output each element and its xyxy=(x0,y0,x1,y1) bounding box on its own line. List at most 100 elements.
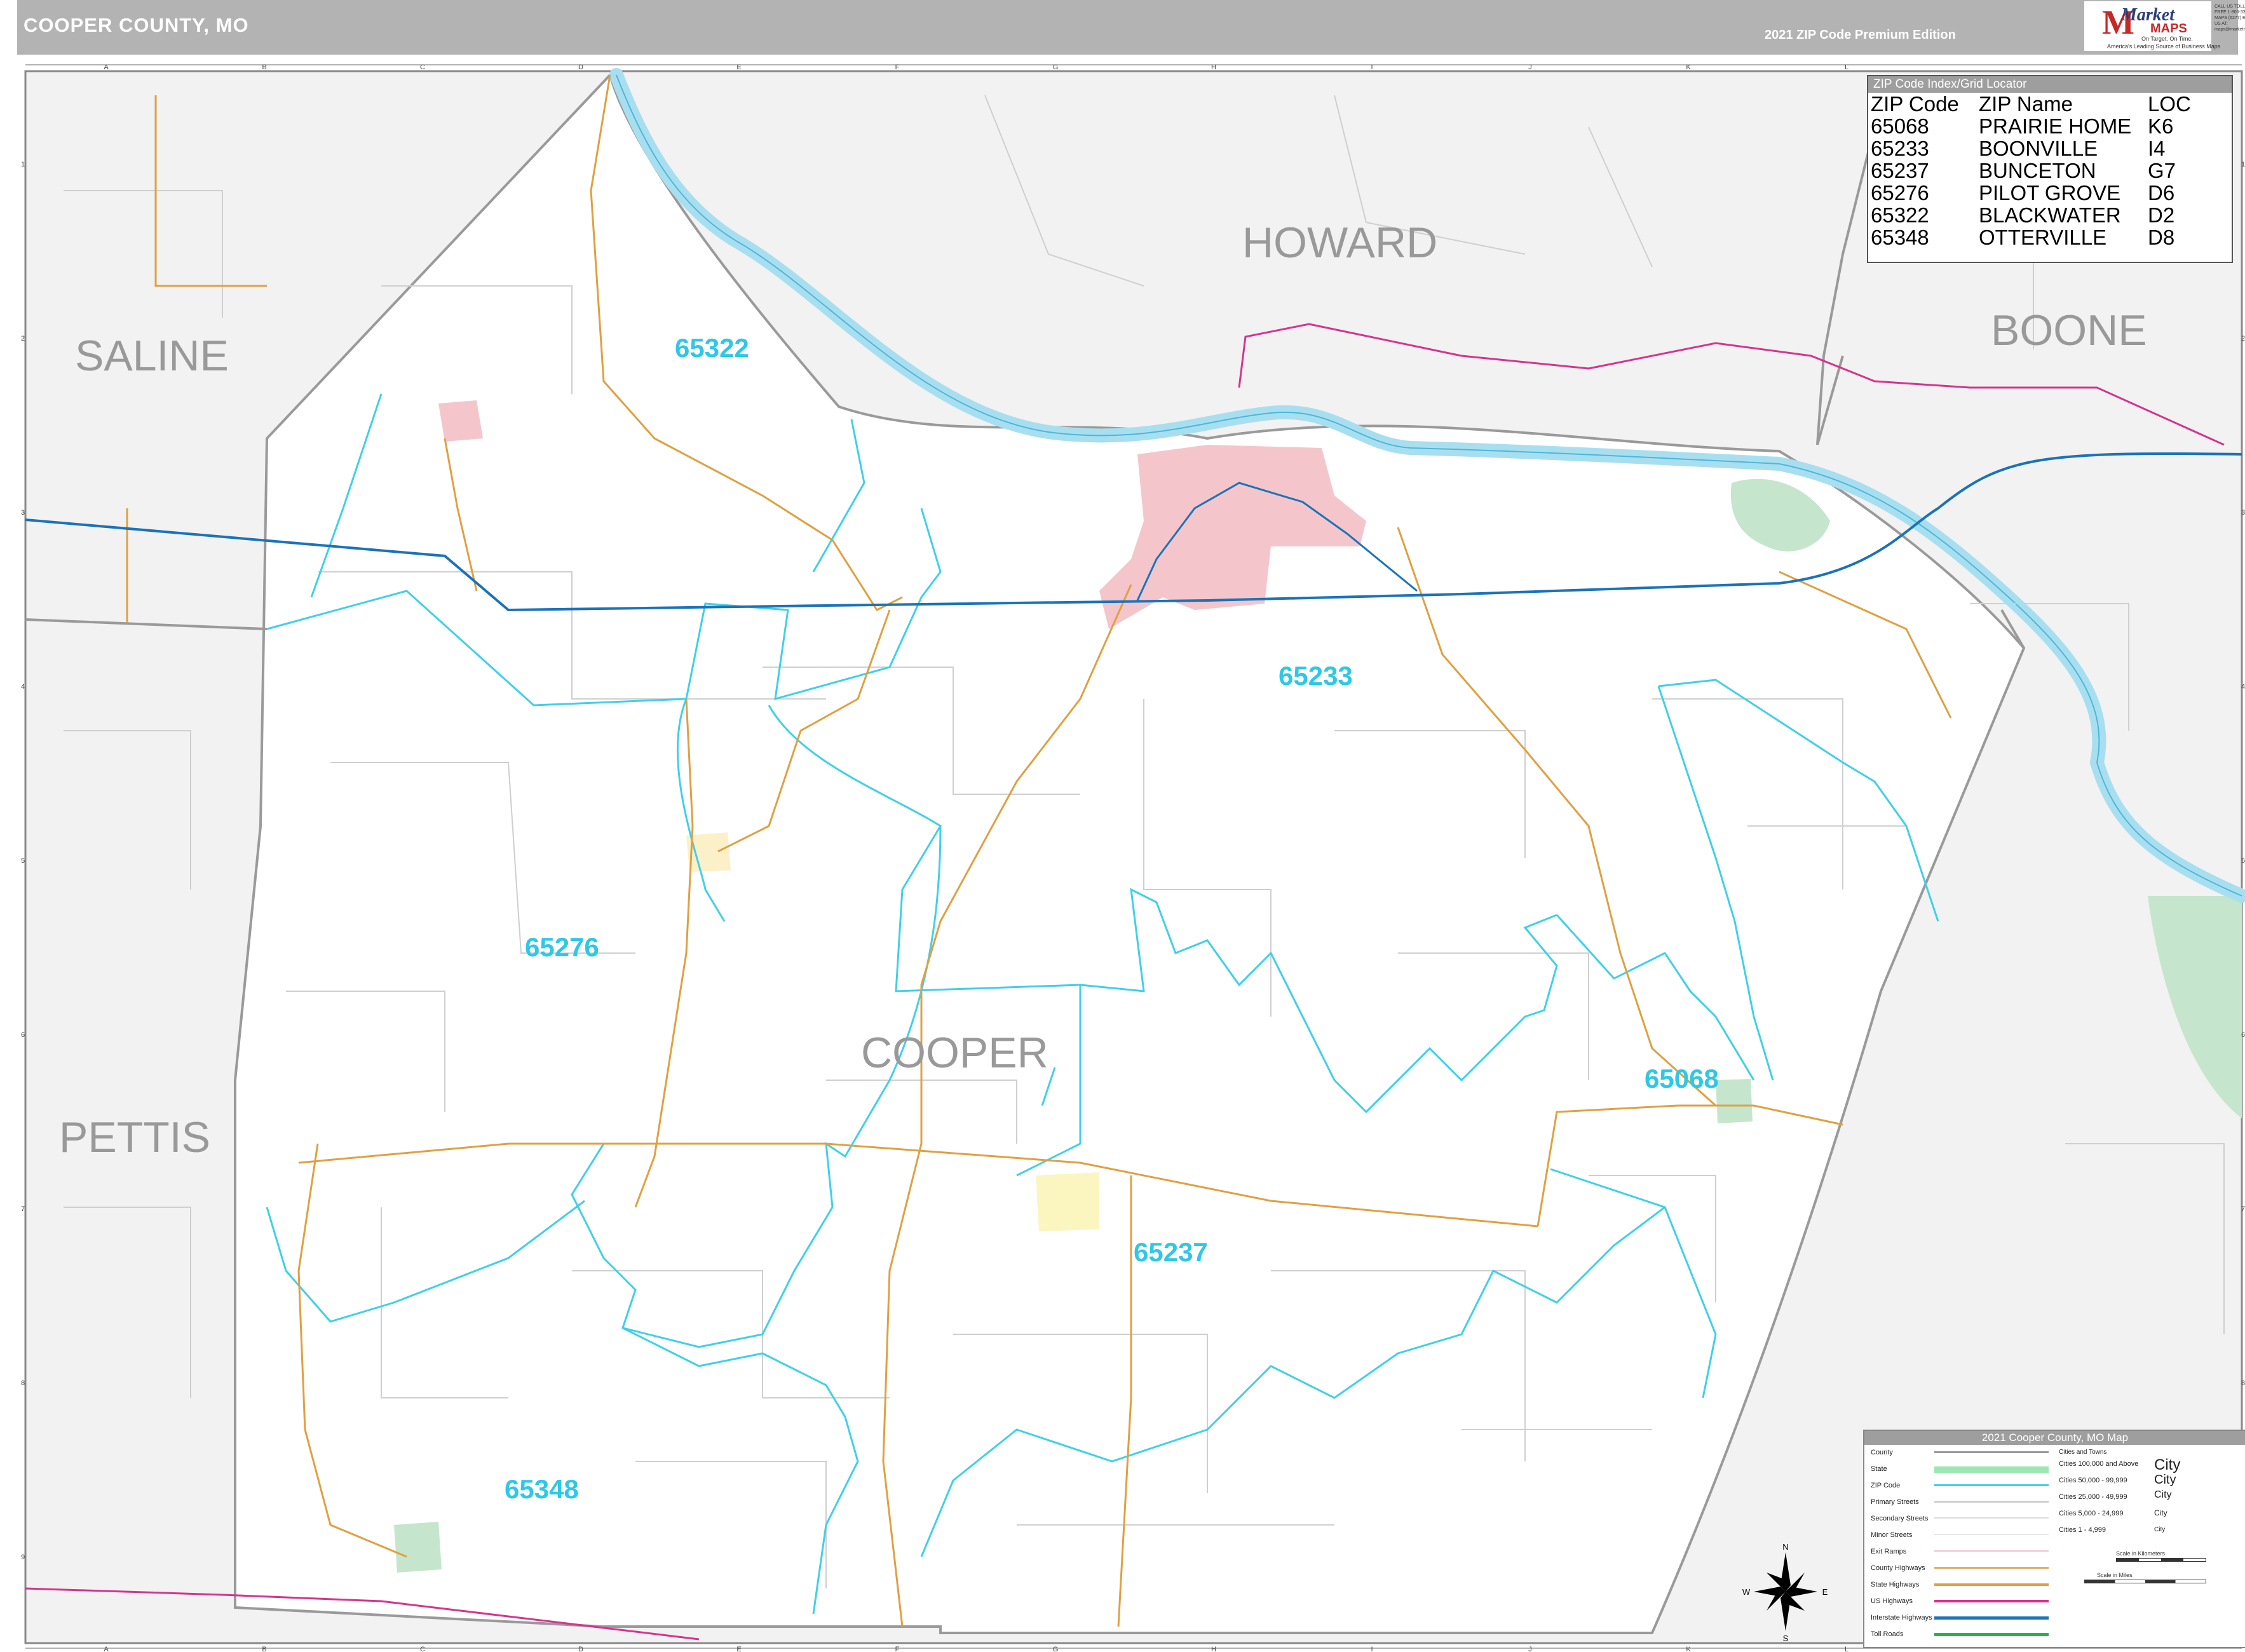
svg-text:F: F xyxy=(895,64,900,71)
legend-city-5k: Cities 5,000 - 24,999 City xyxy=(2059,1508,2167,1517)
legend-city-25k: Cities 25,000 - 49,999 City xyxy=(2059,1489,2172,1501)
zip-code-cell: 65068 xyxy=(1871,114,1929,138)
prairie-home-town-area xyxy=(1716,1079,1753,1123)
zip-label-65068: 65068 xyxy=(1645,1064,1719,1093)
zip-code-cell: 65233 xyxy=(1871,137,1929,160)
zip-code-cell: 65237 xyxy=(1871,159,1929,182)
zip-index-header: ZIP Name xyxy=(1979,92,2073,116)
zip-loc-cell: D2 xyxy=(2148,203,2175,227)
svg-text:L: L xyxy=(1845,64,1848,71)
contact-info: CALL US TOLL FREE 1-800-334-MAPS (6277) … xyxy=(2214,4,2245,32)
table-row: 65233 BOONVILLE I4 xyxy=(1871,137,2224,159)
svg-text:5: 5 xyxy=(2241,857,2245,865)
zip-name-cell: BLACKWATER xyxy=(1979,203,2121,227)
svg-text:2: 2 xyxy=(2241,335,2245,342)
zip-index-header-row: ZIP Code ZIP Name LOC xyxy=(1871,93,2224,115)
grid-column-labels-bottom: A B C D E F G H I J K L xyxy=(104,1646,1848,1652)
legend-item-ramps: Exit Ramps xyxy=(1864,1544,2055,1561)
table-row: 65322 BLACKWATER D2 xyxy=(1871,204,2224,226)
zip-name-cell: BOONVILLE xyxy=(1979,137,2098,160)
svg-text:I: I xyxy=(1371,64,1373,71)
svg-text:H: H xyxy=(1211,64,1216,71)
title-bar: COOPER COUNTY, MO 2021 ZIP Code Premium … xyxy=(17,0,2245,55)
svg-text:8: 8 xyxy=(2241,1379,2245,1387)
zip-index-title: ZIP Code Index/Grid Locator xyxy=(1868,76,2232,93)
zip-label-65276: 65276 xyxy=(525,932,599,962)
legend-item-toll: Toll Roads xyxy=(1864,1627,2055,1643)
bunceton-town-area xyxy=(1036,1172,1099,1231)
svg-text:K: K xyxy=(1686,1646,1691,1652)
legend-item-secondary: Secondary Streets xyxy=(1864,1511,2055,1527)
grid-row-labels-left: 1 2 3 4 5 6 7 8 9 xyxy=(21,161,25,1561)
zip-loc-cell: G7 xyxy=(2148,159,2176,182)
legend-item-minor: Minor Streets xyxy=(1864,1527,2055,1544)
svg-text:F: F xyxy=(895,1646,900,1652)
county-label-saline: SALINE xyxy=(75,332,229,380)
zip-name-cell: BUNCETON xyxy=(1979,159,2096,182)
market-maps-logo: M Market MAPS On Target. On Time. Americ… xyxy=(2084,1,2220,51)
zip-label-65348: 65348 xyxy=(505,1474,579,1504)
legend-item-us-hwy: US Highways xyxy=(1864,1594,2055,1610)
zip-loc-cell: D6 xyxy=(2148,181,2175,205)
svg-text:6: 6 xyxy=(2241,1031,2245,1039)
logo-maps-text: MAPS xyxy=(2150,22,2187,36)
svg-text:B: B xyxy=(262,1646,266,1652)
page-title: COOPER COUNTY, MO xyxy=(24,14,249,36)
zip-label-65233: 65233 xyxy=(1278,661,1353,691)
svg-text:J: J xyxy=(1528,64,1532,71)
logo-tagline: On Target. On Time. xyxy=(2141,36,2193,42)
legend-item-county-hwy: County Highways xyxy=(1864,1561,2055,1577)
otterville-town-area xyxy=(394,1522,442,1573)
table-row: 65068 PRAIRIE HOME K6 xyxy=(1871,115,2224,137)
legend-item-state-hwy: State Highways xyxy=(1864,1577,2055,1594)
svg-text:7: 7 xyxy=(2241,1205,2245,1213)
blackwater-town-area xyxy=(438,400,483,442)
svg-text:A: A xyxy=(104,1646,109,1652)
compass-rose-icon: N S E W xyxy=(1741,1541,1830,1643)
county-label-cooper: COOPER xyxy=(861,1029,1048,1077)
legend-item-interstate: Interstate Highways xyxy=(1864,1610,2055,1627)
legend-city-1: Cities 1 - 4,999 City xyxy=(2059,1526,2166,1534)
county-label-howard: HOWARD xyxy=(1242,219,1437,267)
svg-text:3: 3 xyxy=(21,509,25,517)
svg-text:E: E xyxy=(736,64,741,71)
scale-mi-label: Scale in Miles xyxy=(2097,1572,2133,1578)
compass-south: S xyxy=(1783,1634,1789,1642)
zip-index-panel: ZIP Code Index/Grid Locator ZIP Code ZIP… xyxy=(1867,75,2233,263)
svg-text:4: 4 xyxy=(2241,683,2245,691)
scale-bar: Scale in Kilometers Scale in Miles xyxy=(2078,1550,2211,1595)
zip-index-table: ZIP Code ZIP Name LOC 65068 PRAIRIE HOME… xyxy=(1871,93,2224,248)
svg-text:K: K xyxy=(1686,64,1691,71)
zip-code-cell: 65348 xyxy=(1871,226,1929,249)
legend-city-50k: Cities 50,000 - 99,999 City xyxy=(2059,1473,2176,1487)
zip-loc-cell: K6 xyxy=(2148,114,2174,138)
svg-text:E: E xyxy=(736,1646,741,1652)
county-label-pettis: PETTIS xyxy=(59,1113,210,1161)
legend-city-100k: Cities 100,000 and Above City xyxy=(2059,1456,2181,1473)
table-row: 65348 OTTERVILLE D8 xyxy=(1871,226,2224,248)
zip-code-cell: 65322 xyxy=(1871,203,1929,227)
svg-text:J: J xyxy=(1528,1646,1532,1652)
svg-text:B: B xyxy=(262,64,266,71)
svg-text:8: 8 xyxy=(21,1379,25,1387)
svg-text:9: 9 xyxy=(21,1554,25,1561)
svg-text:I: I xyxy=(1371,1646,1373,1652)
zip-name-cell: OTTERVILLE xyxy=(1979,226,2107,249)
map-legend: 2021 Cooper County, MO Map County State … xyxy=(1863,1430,2245,1648)
svg-text:6: 6 xyxy=(21,1031,25,1039)
legend-item-primary: Primary Streets xyxy=(1864,1494,2055,1511)
svg-text:3: 3 xyxy=(2241,509,2245,517)
svg-text:2: 2 xyxy=(21,335,25,342)
zip-loc-cell: I4 xyxy=(2148,137,2166,160)
svg-text:7: 7 xyxy=(21,1205,25,1213)
zip-name-cell: PILOT GROVE xyxy=(1979,181,2121,205)
compass-north: N xyxy=(1782,1542,1788,1552)
logo-tagline-2: America's Leading Source of Business Map… xyxy=(2107,43,2221,50)
legend-item-state: State xyxy=(1864,1461,2055,1478)
compass-west: W xyxy=(1742,1587,1751,1597)
svg-text:G: G xyxy=(1053,64,1059,71)
svg-text:C: C xyxy=(420,64,425,71)
zip-label-65237: 65237 xyxy=(1134,1237,1208,1267)
county-label-boone: BOONE xyxy=(1991,306,2147,355)
legend-title: 2021 Cooper County, MO Map xyxy=(1864,1431,2245,1445)
